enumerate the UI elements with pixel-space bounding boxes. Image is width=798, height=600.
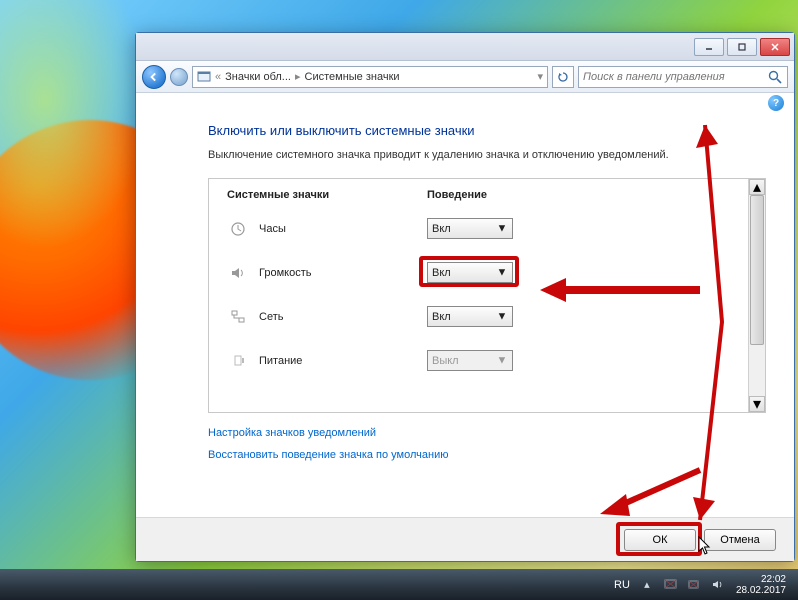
- tray-network-icon[interactable]: [688, 578, 702, 592]
- table-row: Питание Выкл ▼: [227, 339, 734, 383]
- chevron-down-icon: ▼: [495, 353, 509, 368]
- close-button[interactable]: [760, 38, 790, 56]
- search-icon: [767, 69, 783, 85]
- search-box[interactable]: [578, 66, 788, 88]
- control-panel-icon: [197, 70, 211, 84]
- scroll-down-icon[interactable]: ▾: [749, 396, 765, 412]
- clock-date: 28.02.2017: [736, 585, 786, 596]
- chevron-down-icon: ▼: [495, 309, 509, 324]
- breadcrumb-2[interactable]: Системные значки: [305, 71, 400, 83]
- volume-icon: [227, 263, 249, 283]
- icons-panel: Системные значки Поведение Часы Вкл ▼: [208, 178, 766, 413]
- toolbar-row: ?: [136, 93, 794, 113]
- nav-back-button[interactable]: [142, 65, 166, 89]
- table-row: Часы Вкл ▼: [227, 207, 734, 251]
- taskbar[interactable]: RU ▴ 22:02 28.02.2017: [0, 569, 798, 600]
- mouse-cursor: [698, 536, 712, 556]
- breadcrumb-bar[interactable]: « Значки обл... ▸ Системные значки ▾: [192, 66, 548, 88]
- page-heading: Включить или выключить системные значки: [208, 123, 766, 138]
- minimize-button[interactable]: [694, 38, 724, 56]
- table-row: Громкость Вкл ▼: [227, 251, 734, 295]
- search-input[interactable]: [583, 71, 767, 83]
- tray-volume-icon[interactable]: [712, 578, 726, 592]
- scroll-up-icon[interactable]: ▴: [749, 179, 765, 195]
- clock-icon: [227, 219, 249, 239]
- language-indicator[interactable]: RU: [614, 579, 630, 591]
- system-tray: RU ▴ 22:02 28.02.2017: [606, 574, 798, 596]
- maximize-button[interactable]: [727, 38, 757, 56]
- power-icon: [227, 351, 249, 371]
- chevron-down-icon: ▼: [495, 221, 509, 236]
- refresh-button[interactable]: [552, 66, 574, 88]
- dropdown-network[interactable]: Вкл ▼: [427, 306, 513, 327]
- nav-forward-button[interactable]: [170, 68, 188, 86]
- breadcrumb-1[interactable]: Значки обл...: [225, 71, 291, 83]
- chevron-down-icon: ▼: [495, 265, 509, 280]
- window-titlebar: [136, 33, 794, 61]
- link-notification-icons[interactable]: Настройка значков уведомлений: [208, 427, 766, 439]
- taskbar-clock[interactable]: 22:02 28.02.2017: [736, 574, 790, 596]
- column-header-name: Системные значки: [227, 189, 427, 201]
- tray-show-hidden-icon[interactable]: ▴: [640, 578, 654, 592]
- page-description: Выключение системного значка приводит к …: [208, 148, 766, 164]
- row-label: Питание: [259, 355, 302, 367]
- ok-button[interactable]: ОК: [624, 529, 696, 551]
- cancel-button[interactable]: Отмена: [704, 529, 776, 551]
- link-restore-defaults[interactable]: Восстановить поведение значка по умолчан…: [208, 449, 766, 461]
- row-label: Громкость: [259, 267, 311, 279]
- table-row: Сеть Вкл ▼: [227, 295, 734, 339]
- dropdown-power: Выкл ▼: [427, 350, 513, 371]
- scroll-thumb[interactable]: [750, 195, 764, 345]
- link-area: Настройка значков уведомлений Восстанови…: [208, 427, 766, 461]
- dialog-button-bar: ОК Отмена: [136, 517, 794, 561]
- row-label: Часы: [259, 223, 286, 235]
- tray-action-center-icon[interactable]: [664, 578, 678, 592]
- column-header-behavior: Поведение: [427, 189, 734, 201]
- icons-table: Системные значки Поведение Часы Вкл ▼: [209, 179, 748, 412]
- content-body: Включить или выключить системные значки …: [136, 113, 794, 519]
- network-icon: [227, 307, 249, 327]
- address-bar-row: « Значки обл... ▸ Системные значки ▾: [136, 61, 794, 93]
- scrollbar[interactable]: ▴ ▾: [748, 179, 765, 412]
- dropdown-clock[interactable]: Вкл ▼: [427, 218, 513, 239]
- clock-time: 22:02: [736, 574, 786, 585]
- control-panel-window: « Значки обл... ▸ Системные значки ▾ ? В…: [135, 32, 795, 562]
- row-label: Сеть: [259, 311, 283, 323]
- help-icon[interactable]: ?: [768, 95, 784, 111]
- dropdown-volume[interactable]: Вкл ▼: [427, 262, 513, 283]
